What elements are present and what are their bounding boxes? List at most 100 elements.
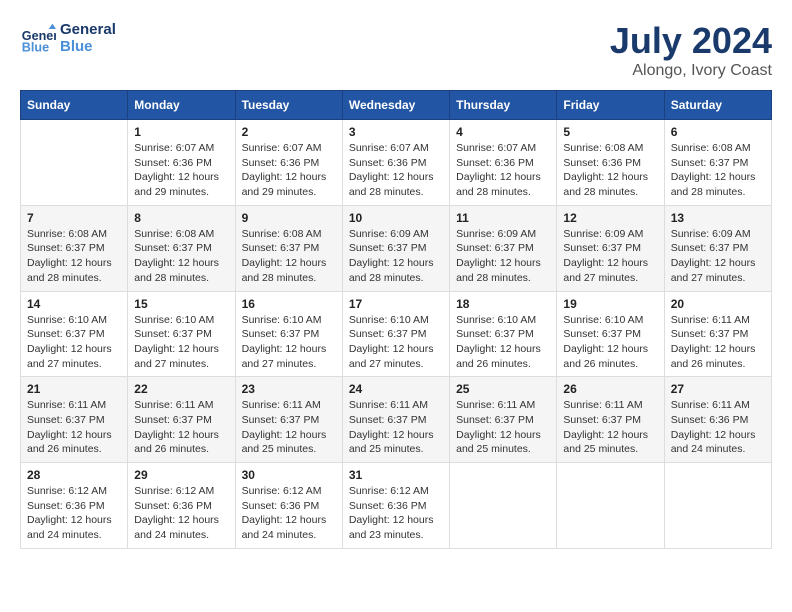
- day-info: Sunrise: 6:07 AMSunset: 6:36 PMDaylight:…: [456, 141, 550, 200]
- day-number: 22: [134, 382, 228, 396]
- day-number: 6: [671, 125, 765, 139]
- calendar-cell: 6 Sunrise: 6:08 AMSunset: 6:37 PMDaylight…: [664, 120, 771, 206]
- day-number: 29: [134, 468, 228, 482]
- week-row: 28Sunrise: 6:12 AMSunset: 6:36 PMDayligh…: [21, 463, 772, 549]
- day-number: 3: [349, 125, 443, 139]
- day-number: 31: [349, 468, 443, 482]
- day-info: Sunrise: 6:10 AMSunset: 6:37 PMDaylight:…: [349, 313, 443, 372]
- day-info: Sunrise: 6:11 AMSunset: 6:37 PMDaylight:…: [456, 398, 550, 457]
- day-info: Sunrise: 6:10 AMSunset: 6:37 PMDaylight:…: [456, 313, 550, 372]
- day-number: 20: [671, 297, 765, 311]
- day-number: 25: [456, 382, 550, 396]
- page-header: General Blue General Blue July 2024 Alon…: [20, 20, 772, 80]
- day-info: Sunrise: 6:12 AMSunset: 6:36 PMDaylight:…: [242, 484, 336, 543]
- week-row: 14 Sunrise: 6:10 AMSunset: 6:37 PMDayligh…: [21, 291, 772, 377]
- header-cell-tuesday: Tuesday: [235, 91, 342, 120]
- day-info: Sunrise: 6:11 AMSunset: 6:37 PMDaylight:…: [27, 398, 121, 457]
- day-number: 9: [242, 211, 336, 225]
- calendar-cell: 3Sunrise: 6:07 AMSunset: 6:36 PMDaylight…: [342, 120, 449, 206]
- day-number: 23: [242, 382, 336, 396]
- calendar-cell: 2 Sunrise: 6:07 AMSunset: 6:36 PMDaylight…: [235, 120, 342, 206]
- header-cell-wednesday: Wednesday: [342, 91, 449, 120]
- calendar-cell: [664, 463, 771, 549]
- calendar-cell: 11Sunrise: 6:09 AMSunset: 6:37 PMDayligh…: [450, 205, 557, 291]
- day-info: Sunrise: 6:11 AMSunset: 6:36 PMDaylight:…: [671, 398, 765, 457]
- day-info: Sunrise: 6:12 AMSunset: 6:36 PMDaylight:…: [27, 484, 121, 543]
- day-number: 15: [134, 297, 228, 311]
- calendar-cell: 25 Sunrise: 6:11 AMSunset: 6:37 PMDayligh…: [450, 377, 557, 463]
- day-number: 4: [456, 125, 550, 139]
- day-number: 30: [242, 468, 336, 482]
- week-row: 7 Sunrise: 6:08 AMSunset: 6:37 PMDaylight…: [21, 205, 772, 291]
- day-number: 7: [27, 211, 121, 225]
- calendar-header: SundayMondayTuesdayWednesdayThursdayFrid…: [21, 91, 772, 120]
- calendar-cell: 4 Sunrise: 6:07 AMSunset: 6:36 PMDaylight…: [450, 120, 557, 206]
- day-info: Sunrise: 6:07 AMSunset: 6:36 PMDaylight:…: [134, 141, 228, 200]
- calendar-cell: 8 Sunrise: 6:08 AMSunset: 6:37 PMDaylight…: [128, 205, 235, 291]
- main-title: July 2024: [610, 20, 772, 62]
- calendar-cell: 7 Sunrise: 6:08 AMSunset: 6:37 PMDaylight…: [21, 205, 128, 291]
- day-number: 21: [27, 382, 121, 396]
- week-row: 21 Sunrise: 6:11 AMSunset: 6:37 PMDayligh…: [21, 377, 772, 463]
- day-number: 16: [242, 297, 336, 311]
- day-number: 5: [563, 125, 657, 139]
- calendar-table: SundayMondayTuesdayWednesdayThursdayFrid…: [20, 90, 772, 549]
- header-cell-thursday: Thursday: [450, 91, 557, 120]
- header-cell-sunday: Sunday: [21, 91, 128, 120]
- day-info: Sunrise: 6:10 AMSunset: 6:37 PMDaylight:…: [563, 313, 657, 372]
- day-info: Sunrise: 6:10 AMSunset: 6:37 PMDaylight:…: [134, 313, 228, 372]
- calendar-cell: 26 Sunrise: 6:11 AMSunset: 6:37 PMDayligh…: [557, 377, 664, 463]
- day-info: Sunrise: 6:11 AMSunset: 6:37 PMDaylight:…: [563, 398, 657, 457]
- calendar-cell: [557, 463, 664, 549]
- calendar-cell: 12Sunrise: 6:09 AMSunset: 6:37 PMDayligh…: [557, 205, 664, 291]
- day-info: Sunrise: 6:12 AMSunset: 6:36 PMDaylight:…: [349, 484, 443, 543]
- day-number: 2: [242, 125, 336, 139]
- day-number: 26: [563, 382, 657, 396]
- day-number: 14: [27, 297, 121, 311]
- day-info: Sunrise: 6:11 AMSunset: 6:37 PMDaylight:…: [671, 313, 765, 372]
- day-info: Sunrise: 6:08 AMSunset: 6:37 PMDaylight:…: [27, 227, 121, 286]
- day-info: Sunrise: 6:08 AMSunset: 6:37 PMDaylight:…: [671, 141, 765, 200]
- day-number: 27: [671, 382, 765, 396]
- calendar-cell: 18 Sunrise: 6:10 AMSunset: 6:37 PMDayligh…: [450, 291, 557, 377]
- day-number: 13: [671, 211, 765, 225]
- title-block: July 2024 Alongo, Ivory Coast: [610, 20, 772, 80]
- calendar-cell: 19Sunrise: 6:10 AMSunset: 6:37 PMDayligh…: [557, 291, 664, 377]
- calendar-cell: 13Sunrise: 6:09 AMSunset: 6:37 PMDayligh…: [664, 205, 771, 291]
- header-cell-friday: Friday: [557, 91, 664, 120]
- day-number: 24: [349, 382, 443, 396]
- calendar-body: 1 Sunrise: 6:07 AMSunset: 6:36 PMDaylight…: [21, 120, 772, 549]
- day-number: 17: [349, 297, 443, 311]
- day-info: Sunrise: 6:11 AMSunset: 6:37 PMDaylight:…: [349, 398, 443, 457]
- calendar-cell: 28Sunrise: 6:12 AMSunset: 6:36 PMDayligh…: [21, 463, 128, 549]
- subtitle: Alongo, Ivory Coast: [610, 62, 772, 80]
- calendar-cell: 17 Sunrise: 6:10 AMSunset: 6:37 PMDayligh…: [342, 291, 449, 377]
- calendar-cell: [450, 463, 557, 549]
- calendar-cell: 10 Sunrise: 6:09 AMSunset: 6:37 PMDayligh…: [342, 205, 449, 291]
- calendar-cell: 16 Sunrise: 6:10 AMSunset: 6:37 PMDayligh…: [235, 291, 342, 377]
- week-row: 1 Sunrise: 6:07 AMSunset: 6:36 PMDaylight…: [21, 120, 772, 206]
- day-number: 10: [349, 211, 443, 225]
- calendar-cell: 9Sunrise: 6:08 AMSunset: 6:37 PMDaylight…: [235, 205, 342, 291]
- day-info: Sunrise: 6:12 AMSunset: 6:36 PMDaylight:…: [134, 484, 228, 543]
- calendar-cell: 20 Sunrise: 6:11 AMSunset: 6:37 PMDayligh…: [664, 291, 771, 377]
- calendar-cell: 22 Sunrise: 6:11 AMSunset: 6:37 PMDayligh…: [128, 377, 235, 463]
- calendar-cell: 23Sunrise: 6:11 AMSunset: 6:37 PMDayligh…: [235, 377, 342, 463]
- day-info: Sunrise: 6:09 AMSunset: 6:37 PMDaylight:…: [349, 227, 443, 286]
- day-info: Sunrise: 6:10 AMSunset: 6:37 PMDaylight:…: [242, 313, 336, 372]
- day-info: Sunrise: 6:08 AMSunset: 6:37 PMDaylight:…: [134, 227, 228, 286]
- day-number: 8: [134, 211, 228, 225]
- day-number: 18: [456, 297, 550, 311]
- calendar-cell: 29 Sunrise: 6:12 AMSunset: 6:36 PMDayligh…: [128, 463, 235, 549]
- day-info: Sunrise: 6:11 AMSunset: 6:37 PMDaylight:…: [134, 398, 228, 457]
- header-cell-monday: Monday: [128, 91, 235, 120]
- calendar-cell: 31 Sunrise: 6:12 AMSunset: 6:36 PMDayligh…: [342, 463, 449, 549]
- calendar-cell: 5Sunrise: 6:08 AMSunset: 6:36 PMDaylight…: [557, 120, 664, 206]
- day-number: 1: [134, 125, 228, 139]
- calendar-cell: 27 Sunrise: 6:11 AMSunset: 6:36 PMDayligh…: [664, 377, 771, 463]
- header-row: SundayMondayTuesdayWednesdayThursdayFrid…: [21, 91, 772, 120]
- day-info: Sunrise: 6:07 AMSunset: 6:36 PMDaylight:…: [242, 141, 336, 200]
- calendar-cell: 1 Sunrise: 6:07 AMSunset: 6:36 PMDaylight…: [128, 120, 235, 206]
- calendar-cell: 24 Sunrise: 6:11 AMSunset: 6:37 PMDayligh…: [342, 377, 449, 463]
- calendar-cell: 14Sunrise: 6:10 AMSunset: 6:37 PMDayligh…: [21, 291, 128, 377]
